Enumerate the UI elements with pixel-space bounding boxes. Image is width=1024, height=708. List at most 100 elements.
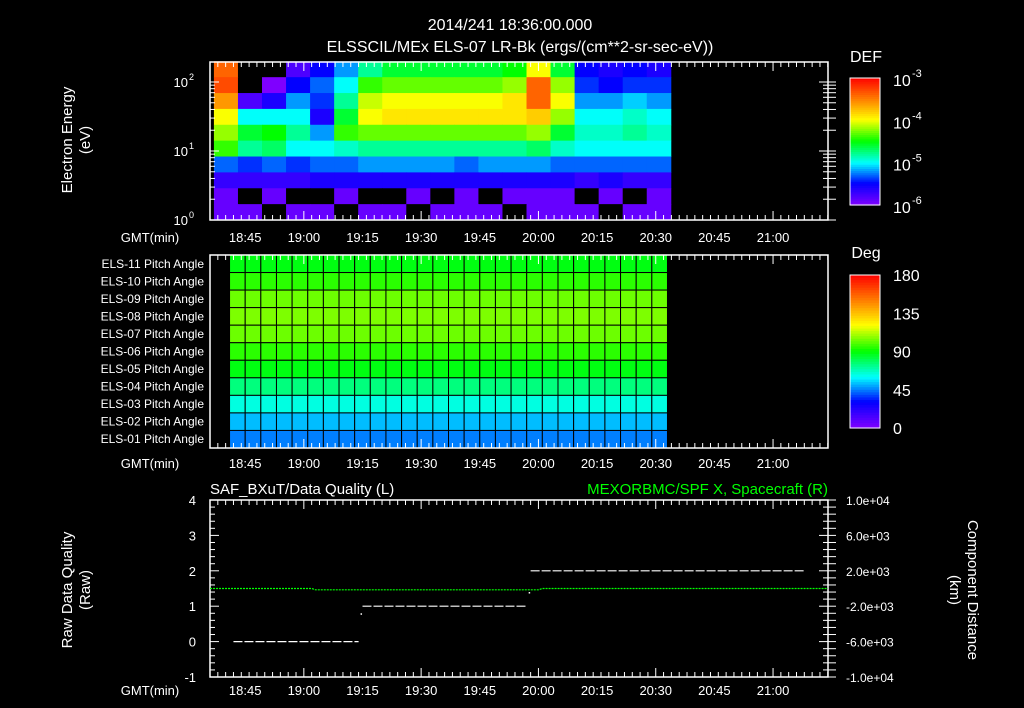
x-tick-label: 20:00 [522,456,555,471]
def-colorbar-title: DEF [850,49,882,66]
pitch-angle-cell [338,289,356,309]
pitch-angle-cell [369,429,387,449]
spectrogram-cell [478,77,503,94]
spectrogram-cell [598,93,624,110]
pitch-angle-cell [573,272,590,291]
spectrogram-cell [358,77,383,94]
pitch-angle-cell [573,342,590,361]
pitch-angle-cell [369,377,387,396]
pitch-angle-cell [244,272,262,291]
pitch-angle-cell [635,324,653,344]
pitch-angle-cell [307,377,324,396]
pitch-angle-cell [526,342,543,361]
pitch-row-label: ELS-05 Pitch Angle [101,362,205,376]
pitch-angle-cell [635,359,653,379]
y-tick-label-left: 4 [189,493,196,508]
spectrogram-cell [406,188,431,205]
pitch-angle-cell [338,377,356,396]
pitch-angle-cell [401,412,418,431]
pitch-angle-cell [479,377,496,396]
pitch-angle-cell [604,289,622,309]
y-tick-label-left: 1 [189,599,196,614]
pitch-angle-cell [573,324,590,344]
spectrogram-cell [550,77,576,94]
spectrogram-cell [334,124,359,142]
spectrogram-cell [526,108,552,126]
pitch-angle-cell [354,272,371,291]
x-tick-label: 19:30 [405,230,438,245]
pitch-angle-cell [354,359,371,379]
pitch-angle-cell [338,272,356,291]
spectrogram-cell [622,188,648,205]
spectrogram-cell [430,77,455,94]
spectrogram-cell [646,124,672,142]
colorbar-tick-exp: -4 [912,110,922,122]
pitch-angle-cell [557,307,575,326]
pitch-angle-cell [385,307,403,326]
spectrogram-cell [574,172,600,189]
pitch-angle-cell [510,272,528,291]
spectrogram-cell [213,108,239,126]
pitch-angle-cell [307,394,324,414]
pitch-angle-cell [526,324,543,344]
pitch-angle-cell [557,254,575,274]
spectrogram-cell [262,77,287,94]
pitch-angle-cell [338,307,356,326]
pitch-angle-cell [448,412,465,431]
spectrogram-cell [286,140,311,158]
pitch-angle-cell [275,324,293,344]
spectrogram-cell [406,124,431,142]
spectrogram-cell [598,188,624,205]
spectrogram-cell [262,93,287,110]
pitch-row-label: ELS-03 Pitch Angle [101,397,205,411]
pitch-angle-cell [354,307,371,326]
x-tick-label: 19:30 [405,456,438,471]
pitch-angle-cell [588,394,606,414]
pitch-angle-cell [510,394,528,414]
spectrogram-cell [406,61,431,78]
spectrogram-cell [334,204,359,221]
pitch-angle-cell [541,412,559,431]
spectrogram-cell [454,140,479,158]
pitch-angle-cell [494,359,512,379]
pitch-angle-cell [557,377,575,396]
spectrogram-cell [213,93,239,110]
colorbar-tick-base: 10 [893,115,911,132]
spectrogram-cell [334,188,359,205]
pitch-angle-cell [604,272,622,291]
pitch-angle-cell [557,429,575,449]
spectrogram-cell [382,156,407,173]
pitch-angle-cell [541,394,559,414]
pitch-angle-cell [229,412,246,431]
spectrogram-cell [213,140,239,158]
x-tick-label: 19:00 [288,683,321,698]
spectrogram-cell [646,93,672,110]
x-tick-label: 21:00 [757,683,790,698]
pitch-angle-cell [244,359,262,379]
pitch-angle-cell [229,272,246,291]
pitch-angle-cell [604,307,622,326]
spectrogram-cell [237,156,263,173]
spectrogram-cell [358,188,383,205]
spectrogram-cell [310,93,335,110]
spectrogram-cell [526,140,552,158]
pitch-angle-cell [260,394,277,414]
pitch-angle-cell [494,394,512,414]
colorbar-tick-base: 10 [893,73,911,90]
spectrogram-cell [358,140,383,158]
spectrogram-cell [358,61,383,78]
pitch-angle-cell [291,429,309,449]
spectrogram-cell [406,77,431,94]
pitch-angle-cell [510,412,528,431]
spectrogram-cell [502,188,528,205]
pitch-angle-cell [338,342,356,361]
pitch-angle-cell [307,324,324,344]
spectrogram-cell [478,172,503,189]
pitch-angle-cell [432,429,450,449]
pitch-angle-cell [651,359,668,379]
spectrogram-cell [382,108,407,126]
pitch-angle-cell [620,324,637,344]
pitch-angle-cell [463,307,481,326]
spectrogram-cell [406,140,431,158]
component-distance-line [210,587,828,591]
